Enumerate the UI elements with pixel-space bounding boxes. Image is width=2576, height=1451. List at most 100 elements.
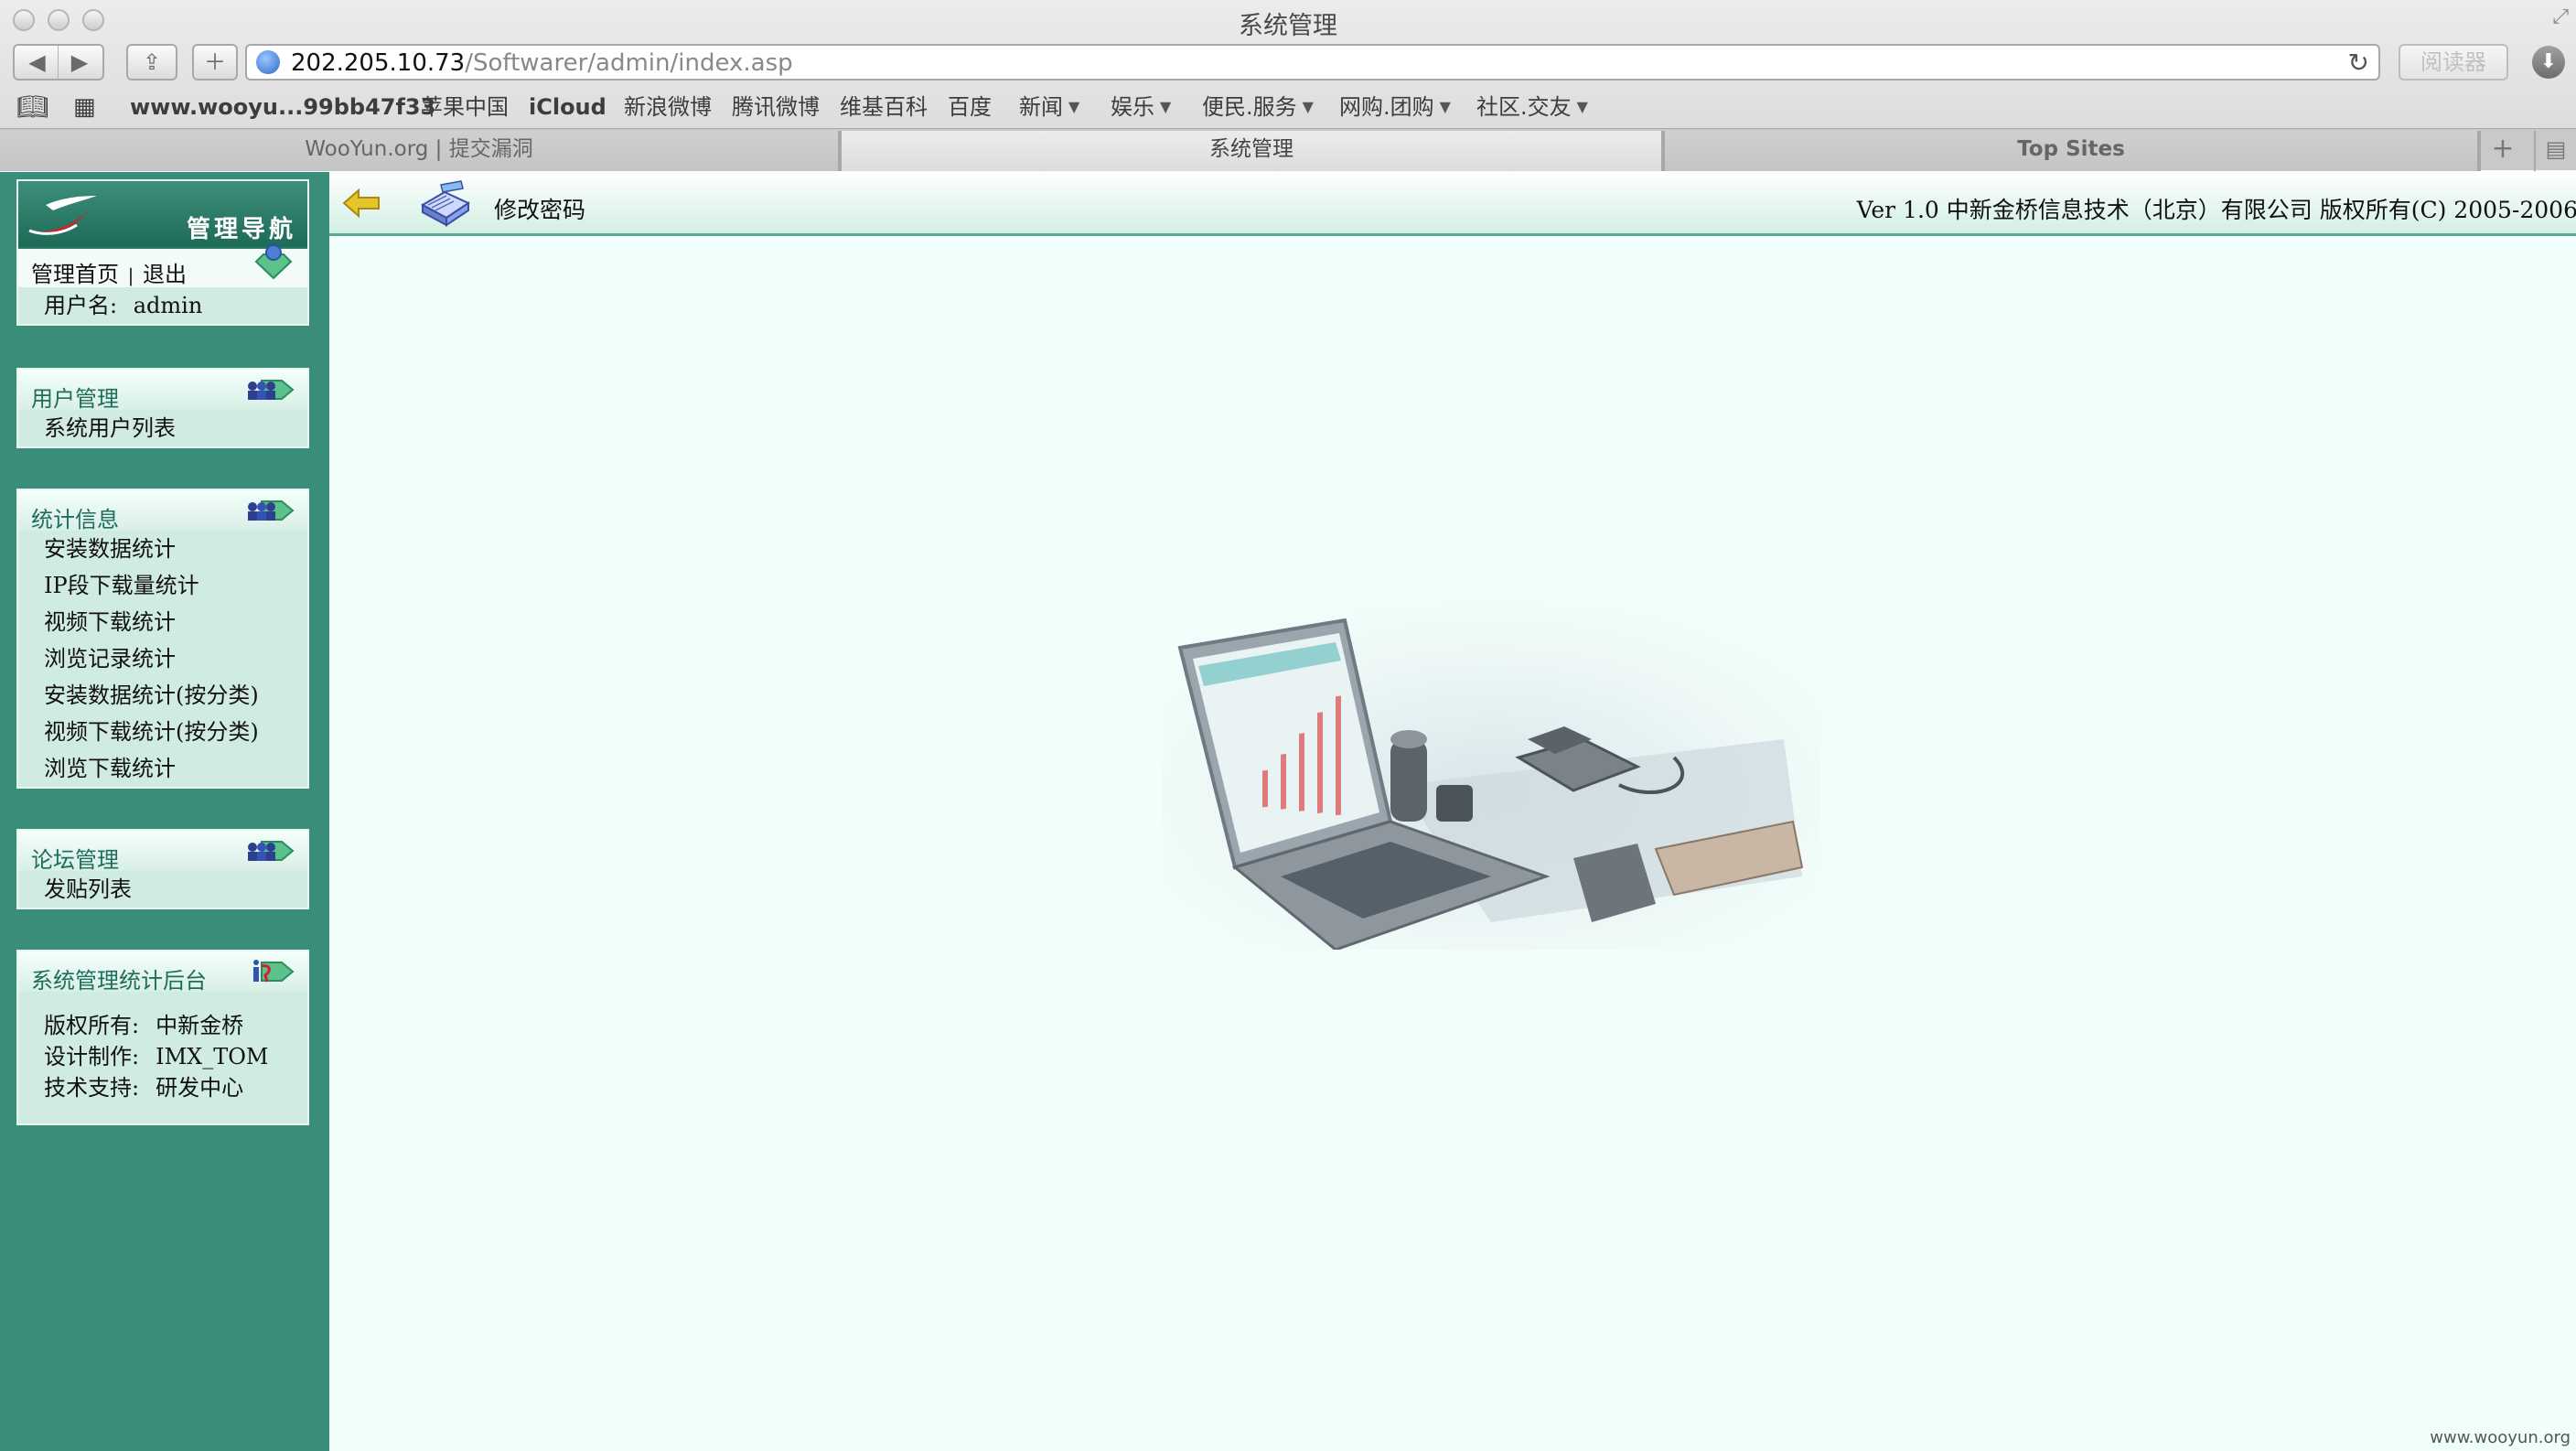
bookmark-menu[interactable]: 娱乐 ▼: [1111, 93, 1171, 121]
content-header: 修改密码 Ver 1.0 中新金桥信息技术（北京）有限公司 版权所有(C) 20…: [329, 172, 2576, 236]
username-label: 用户名:: [44, 293, 118, 318]
credit-row: 技术支持: 研发中心: [18, 1072, 307, 1103]
address-bar[interactable]: 202.205.10.73/Softwarer/admin/index.asp …: [245, 44, 2380, 81]
url-text[interactable]: 202.205.10.73/Softwarer/admin/index.asp: [291, 48, 793, 79]
window-titlebar: 系统管理 ⤢: [0, 0, 2576, 42]
add-bookmark-button[interactable]: ＋: [192, 44, 238, 81]
window-title: 系统管理: [1239, 12, 1337, 40]
section-header[interactable]: 统计信息: [18, 490, 307, 532]
bookmark-menu[interactable]: 新闻 ▼: [1019, 93, 1079, 121]
forward-arrow-icon[interactable]: ▶: [59, 46, 101, 79]
globe-icon: [256, 50, 280, 74]
menu-item-system-users[interactable]: 系统用户列表: [18, 410, 307, 446]
users-arrow-icon: [248, 841, 295, 861]
menu-item-video-stats-by-category[interactable]: 视频下载统计(按分类): [18, 714, 307, 750]
credit-row: 设计制作: IMX_TOM: [18, 1041, 307, 1072]
admin-home-link[interactable]: 管理首页: [31, 262, 119, 287]
bookmark-item[interactable]: www.wooyu...99bb47f33: [130, 93, 435, 121]
username-row: 用户名: admin: [18, 287, 307, 324]
back-arrow-icon[interactable]: [340, 185, 382, 221]
logo-swoosh-icon: [28, 196, 97, 235]
admin-sidebar: 管理导航 管理首页 | 退出 用户名: admin 用户管理 系统用户列表 统计…: [0, 172, 329, 1451]
web-page: 管理导航 管理首页 | 退出 用户名: admin 用户管理 系统用户列表 统计…: [0, 172, 2576, 1451]
bookmark-item[interactable]: 苹果中国: [421, 93, 509, 121]
tab-top-sites[interactable]: Top Sites: [1663, 131, 2479, 171]
bookmark-menu[interactable]: 社区.交友 ▼: [1476, 93, 1588, 121]
credit-value: IMX_TOM: [156, 1044, 269, 1069]
caret-down-icon: ▼: [1439, 98, 1451, 115]
menu-item-browse-record-stats[interactable]: 浏览记录统计: [18, 640, 307, 677]
menu-item-install-stats-by-category[interactable]: 安装数据统计(按分类): [18, 677, 307, 714]
users-arrow-icon: [248, 380, 295, 400]
downloads-icon[interactable]: ⬇: [2532, 46, 2565, 79]
back-forward-buttons: ◀ ▶: [13, 44, 104, 81]
tab-label: 系统管理: [1209, 137, 1293, 161]
caret-down-icon: ▼: [1576, 98, 1588, 115]
reload-icon[interactable]: ↻: [2348, 48, 2369, 79]
bookmark-item[interactable]: iCloud: [529, 93, 606, 121]
laptop-desk-illustration: [1162, 602, 1820, 950]
bookmark-item[interactable]: 新浪微博: [624, 93, 712, 121]
section-title: 论坛管理: [31, 847, 119, 873]
credit-row: 版权所有: 中新金桥: [18, 1010, 307, 1041]
username-value: admin: [133, 293, 203, 318]
section-header[interactable]: 用户管理: [18, 370, 307, 412]
bookmark-menu[interactable]: 网购.团购 ▼: [1339, 93, 1451, 121]
caret-down-icon: ▼: [1160, 98, 1172, 115]
menu-item-install-stats[interactable]: 安装数据统计: [18, 531, 307, 567]
section-title: 系统管理统计后台: [31, 968, 207, 994]
url-path: /Softwarer/admin/index.asp: [465, 49, 793, 77]
browser-chrome: 系统管理 ⤢ ◀ ▶ ⇪ ＋ 202.205.10.73/Softwarer/ad…: [0, 0, 2576, 171]
credit-label: 技术支持:: [44, 1075, 140, 1101]
bookmark-item[interactable]: 百度: [948, 93, 992, 121]
caret-down-icon: ▼: [1068, 98, 1080, 115]
user-management-panel: 用户管理 系统用户列表: [16, 368, 309, 448]
credit-value: 中新金桥: [156, 1013, 244, 1038]
change-password-link[interactable]: 修改密码: [494, 192, 585, 225]
tab-list-icon[interactable]: ▤: [2534, 131, 2576, 171]
watermark-text: www.wooyun.org: [2430, 1428, 2571, 1447]
tab-bar: × WooYun.org | 提交漏洞 系统管理 Top Sites + ▤: [0, 128, 2576, 171]
bookmark-menu[interactable]: 便民.服务 ▼: [1202, 93, 1314, 121]
nav-header: 管理导航: [18, 181, 307, 249]
menu-item-post-list[interactable]: 发贴列表: [18, 871, 307, 908]
plus-icon: ＋: [204, 49, 226, 75]
tab-label: Top Sites: [2017, 137, 2125, 161]
bookmark-item[interactable]: 维基百科: [840, 93, 928, 121]
forum-management-panel: 论坛管理 发贴列表: [16, 829, 309, 909]
credit-label: 版权所有:: [44, 1013, 140, 1038]
menu-item-video-download-stats[interactable]: 视频下载统计: [18, 604, 307, 640]
info-arrow-icon: [253, 960, 295, 983]
book-icon: [420, 180, 471, 227]
credit-value: 研发中心: [156, 1075, 244, 1101]
nav-title: 管理导航: [186, 216, 296, 243]
bookmark-item[interactable]: 腾讯微博: [732, 93, 820, 121]
new-tab-button[interactable]: +: [2479, 131, 2525, 171]
top-sites-grid-icon[interactable]: ▦: [73, 93, 96, 121]
users-arrow-icon: [248, 500, 295, 521]
home-icon[interactable]: [251, 242, 296, 284]
menu-item-ip-download-stats[interactable]: IP段下载量统计: [18, 567, 307, 604]
link-separator: |: [127, 264, 134, 286]
home-row: 管理首页 | 退出: [18, 244, 307, 287]
section-title: 统计信息: [31, 507, 119, 532]
section-header[interactable]: 论坛管理: [18, 831, 307, 873]
url-host: 202.205.10.73: [291, 49, 466, 77]
section-header[interactable]: 系统管理统计后台: [18, 951, 307, 994]
system-info-panel: 系统管理统计后台 版权所有: 中新金桥 设计制作: IMX_TOM 技术支持: 研发中…: [16, 950, 309, 1125]
fullscreen-icon[interactable]: ⤢: [2552, 5, 2569, 28]
bookmarks-bar: 📖︎ ▦ www.wooyu...99bb47f33 苹果中国 iCloud 新…: [0, 88, 2576, 128]
browser-toolbar: ◀ ▶ ⇪ ＋ 202.205.10.73/Softwarer/admin/ind…: [0, 42, 2576, 88]
reader-button[interactable]: 阅读器: [2399, 44, 2508, 81]
tab-wooyun[interactable]: WooYun.org | 提交漏洞: [0, 131, 840, 171]
tab-system-admin[interactable]: 系统管理: [840, 131, 1663, 171]
back-arrow-icon[interactable]: ◀: [16, 46, 59, 79]
caret-down-icon: ▼: [1302, 98, 1314, 115]
menu-item-browse-download-stats[interactable]: 浏览下载统计: [18, 750, 307, 787]
share-button[interactable]: ⇪: [126, 44, 177, 81]
logout-link[interactable]: 退出: [143, 262, 187, 287]
share-icon: ⇪: [142, 49, 162, 75]
reading-list-icon[interactable]: 📖︎: [16, 93, 49, 121]
